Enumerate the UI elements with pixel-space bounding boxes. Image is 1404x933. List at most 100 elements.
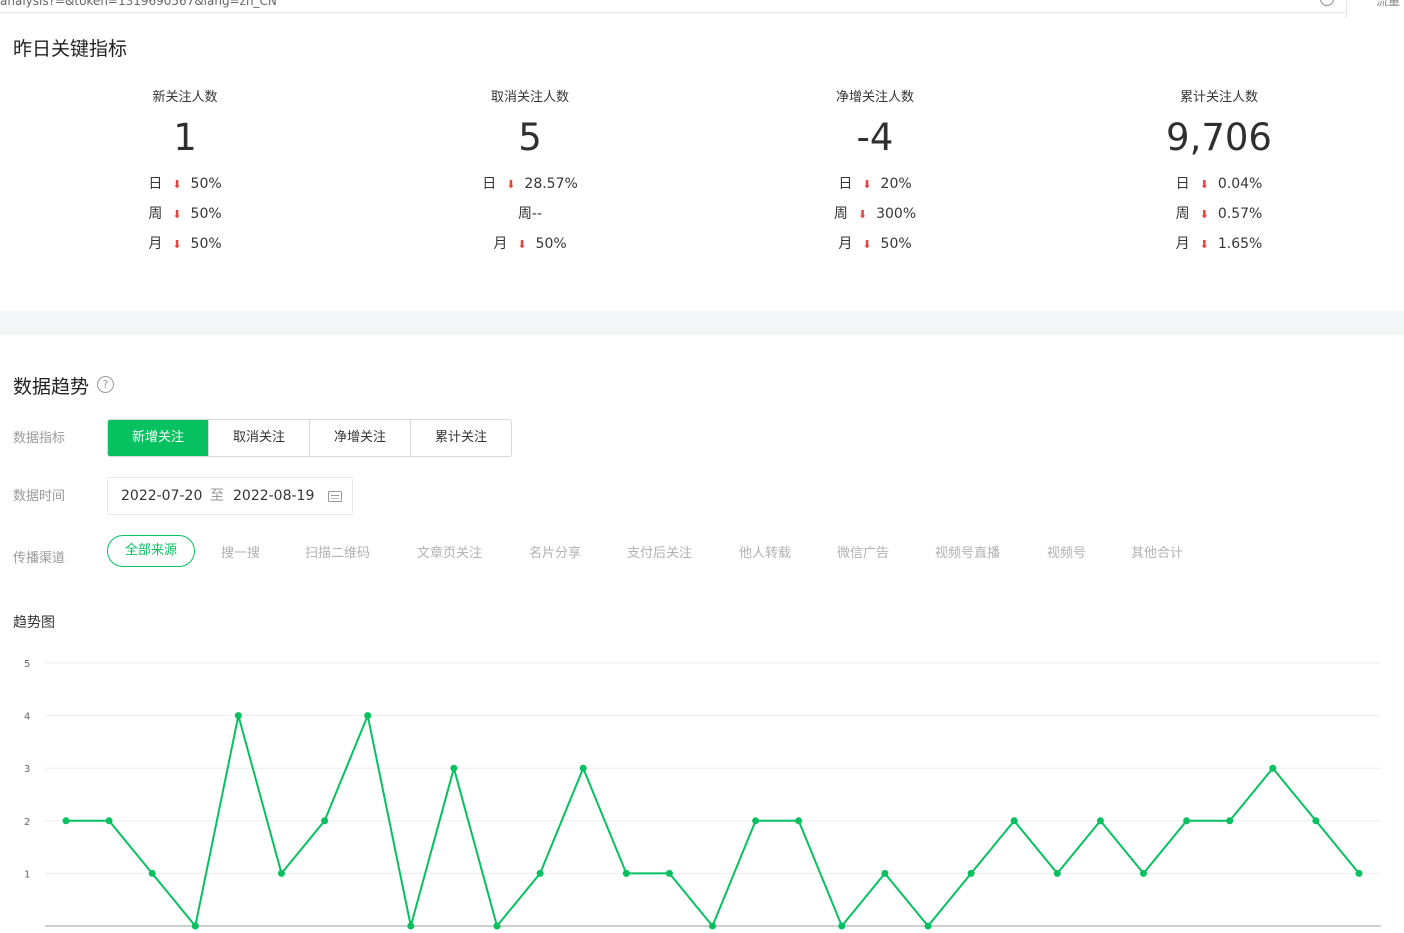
metric-card: 累计关注人数 9,706 日 ⬇ 0.04% 周 ⬇ 0.57% 月 ⬇ 1.65% — [1119, 88, 1319, 259]
date-start: 2022-07-20 — [121, 488, 203, 504]
data-point[interactable] — [579, 764, 587, 772]
change-period: 月 — [493, 236, 508, 252]
data-point[interactable] — [364, 712, 372, 720]
metric-change-row: 日 ⬇ 20% — [775, 169, 975, 199]
data-point[interactable] — [1183, 817, 1191, 825]
channel-option[interactable]: 搜一搜 — [221, 542, 260, 561]
channel-label: 传播渠道 — [13, 551, 66, 566]
data-point[interactable] — [881, 869, 889, 877]
trend-chart: 1 2 3 4 5 — [24, 659, 1381, 930]
channel-option[interactable]: 扫描二维码 — [305, 542, 370, 561]
data-point[interactable] — [536, 869, 544, 877]
data-point[interactable] — [1053, 869, 1061, 877]
change-percent: 0.04% — [1217, 176, 1263, 192]
metric-change-row: 周 ⬇ 300% — [775, 199, 975, 229]
data-point[interactable] — [665, 869, 673, 877]
down-arrow-icon: ⬇ — [1199, 208, 1209, 221]
data-point[interactable] — [1226, 817, 1234, 825]
metric-label: 净增关注人数 — [835, 90, 914, 105]
down-arrow-icon: ⬇ — [857, 208, 868, 221]
change-percent: 50% — [190, 176, 222, 192]
data-point[interactable] — [321, 817, 329, 825]
channel-option[interactable]: 视频号 — [1047, 542, 1086, 561]
data-point[interactable] — [1312, 817, 1320, 825]
channel-option[interactable]: 支付后关注 — [627, 542, 692, 561]
refresh-icon[interactable] — [1320, 0, 1334, 6]
change-period: 日 — [1175, 176, 1190, 192]
date-end: 2022-08-19 — [233, 488, 315, 504]
indicator-tab[interactable]: 取消关注 — [209, 420, 310, 456]
y-tick-label: 4 — [24, 712, 30, 723]
data-point[interactable] — [450, 764, 458, 772]
change-percent: 20% — [880, 176, 912, 192]
data-point[interactable] — [1269, 764, 1277, 772]
change-period: 日 — [482, 176, 497, 192]
change-percent: 1.65% — [1217, 236, 1263, 252]
data-point[interactable] — [105, 817, 113, 825]
data-point[interactable] — [709, 922, 716, 930]
data-point[interactable] — [1096, 817, 1104, 825]
down-arrow-icon: ⬇ — [862, 238, 872, 251]
indicator-tab[interactable]: 净增关注 — [310, 420, 411, 456]
data-point[interactable] — [1010, 817, 1018, 825]
channel-option[interactable]: 全部来源 — [107, 535, 195, 567]
data-point[interactable] — [838, 922, 846, 930]
data-point[interactable] — [278, 869, 285, 877]
data-point[interactable] — [1355, 869, 1363, 877]
metric-change-row: 月 ⬇ 1.65% — [1119, 229, 1319, 259]
change-percent: 50% — [190, 206, 222, 222]
traffic-link[interactable]: 流量 — [1376, 0, 1400, 9]
data-point[interactable] — [191, 922, 199, 930]
data-point[interactable] — [752, 817, 760, 825]
indicator-tab[interactable]: 累计关注 — [411, 420, 511, 456]
metric-change-row: 周 ⬇ 50% — [85, 199, 285, 229]
data-point[interactable] — [407, 922, 415, 930]
address-bar[interactable]: analysis?=&token=1319690567&lang=zh_CN — [0, 0, 1346, 13]
data-point[interactable] — [967, 869, 975, 877]
metric-value: 1 — [173, 116, 197, 159]
change-percent: 0.57% — [1217, 206, 1263, 222]
divider — [1346, 0, 1347, 18]
channel-option[interactable]: 文章页关注 — [417, 542, 482, 561]
down-arrow-icon: ⬇ — [172, 178, 182, 191]
change-percent: 28.57% — [524, 176, 578, 192]
data-point[interactable] — [234, 712, 242, 720]
url-text: analysis?=&token=1319690567&lang=zh_CN — [0, 0, 277, 8]
metric-label: 取消关注人数 — [490, 90, 569, 105]
data-point[interactable] — [493, 922, 501, 930]
indicator-tab[interactable]: 新增关注 — [108, 420, 209, 456]
channel-option[interactable]: 名片分享 — [529, 542, 581, 561]
channel-option[interactable]: 其他合计 — [1131, 542, 1183, 561]
channel-option[interactable]: 他人转载 — [739, 542, 791, 561]
metric-value: 9,706 — [1166, 116, 1272, 159]
metric-change-row: 日 ⬇ 28.57% — [430, 169, 630, 199]
metric-card: 净增关注人数 -4 日 ⬇ 20% 周 ⬇ 300% 月 ⬇ 50% — [775, 88, 975, 259]
change-percent: 50% — [190, 236, 222, 252]
metric-value: -4 — [856, 116, 894, 159]
time-label: 数据时间 — [13, 489, 66, 504]
chart-title: 趋势图 — [13, 615, 55, 631]
question-circle-icon[interactable]: ? — [97, 376, 114, 393]
data-point[interactable] — [62, 817, 70, 825]
metric-value: 5 — [518, 116, 542, 159]
down-arrow-icon: ⬇ — [1199, 178, 1209, 191]
change-percent: 50% — [535, 236, 567, 252]
section-divider — [0, 311, 1404, 335]
date-range-picker[interactable]: 2022-07-20 至 2022-08-19 — [107, 477, 353, 515]
calendar-icon[interactable] — [328, 491, 342, 502]
change-period: 月 — [148, 236, 163, 252]
y-tick-label: 3 — [24, 764, 30, 775]
y-tick-label: 2 — [24, 817, 30, 828]
down-arrow-icon: ⬇ — [517, 238, 527, 251]
data-point[interactable] — [622, 869, 630, 877]
data-point[interactable] — [1140, 869, 1147, 877]
channel-option[interactable]: 视频号直播 — [935, 542, 1000, 561]
change-percent: 300% — [876, 206, 917, 222]
data-point[interactable] — [924, 922, 932, 930]
y-tick-label: 5 — [24, 659, 30, 670]
channel-option[interactable]: 微信广告 — [837, 542, 889, 561]
data-point[interactable] — [795, 817, 803, 825]
data-point[interactable] — [148, 869, 156, 877]
down-arrow-icon: ⬇ — [172, 208, 182, 221]
change-period: 月 — [838, 236, 853, 252]
